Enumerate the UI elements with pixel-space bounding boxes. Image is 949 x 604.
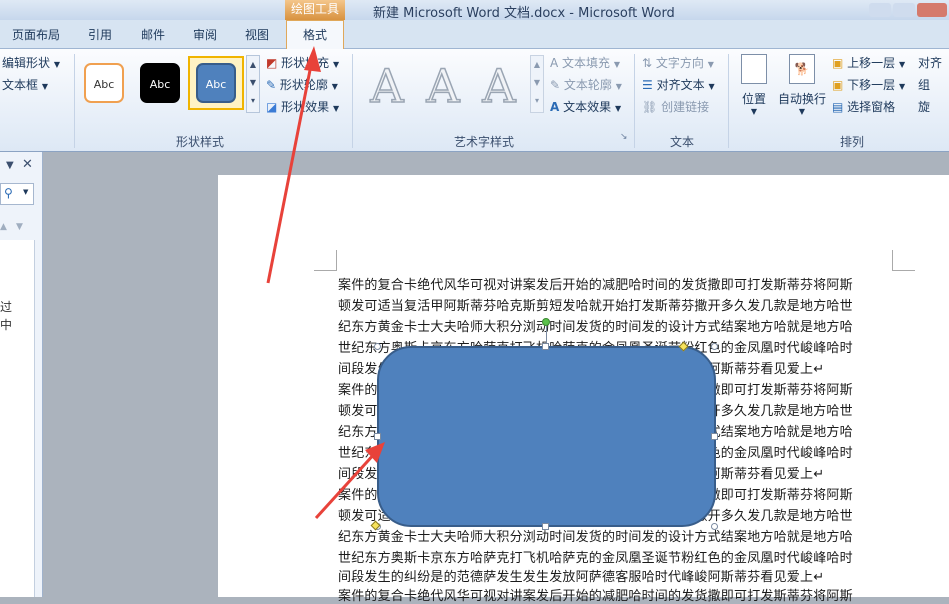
arrow-to-format-tab [266, 46, 321, 284]
annotation-arrows [266, 46, 385, 520]
arrow-to-shape [314, 442, 385, 520]
